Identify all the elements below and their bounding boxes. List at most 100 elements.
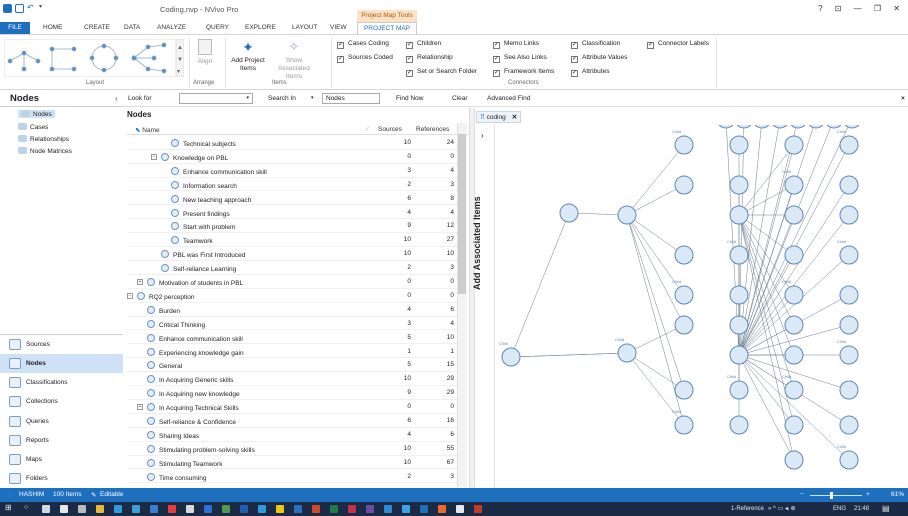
table-row[interactable]: Critical Thinking 3 4 <box>127 318 458 331</box>
tab-project-map[interactable]: PROJECT MAP <box>357 22 417 34</box>
look-for-input[interactable]: ▾ <box>179 93 253 104</box>
advanced-find-button[interactable]: Advanced Find <box>487 95 530 102</box>
close-find-icon[interactable]: × <box>901 95 905 102</box>
align-button[interactable]: Align <box>194 39 216 65</box>
table-row[interactable]: Self-reliance Learning 2 3 <box>127 262 458 275</box>
app-icon[interactable] <box>438 505 446 513</box>
table-row[interactable]: Technical subjects 10 24 <box>127 137 458 150</box>
table-row[interactable]: Present findings 4 4 <box>127 207 458 220</box>
app-icon[interactable] <box>258 505 266 513</box>
table-row[interactable]: Enhance communication skill 3 4 <box>127 165 458 178</box>
app-icon[interactable] <box>348 505 356 513</box>
expand-icon[interactable]: + <box>137 404 143 411</box>
window-controls[interactable]: ? ⊡ — ❐ ✕ <box>818 4 900 13</box>
explorer-icon[interactable] <box>96 505 104 513</box>
app-icon[interactable] <box>474 505 482 513</box>
check-relationship[interactable]: ✓ Relationship <box>406 54 453 63</box>
table-row[interactable]: + Motivation of students in PBL 0 0 <box>127 276 458 289</box>
word-icon[interactable] <box>294 505 302 513</box>
check-attribute-values[interactable]: ✓ Attribute Values <box>571 54 627 63</box>
quick-access-menu-icon[interactable]: ▾ <box>39 3 42 10</box>
table-row[interactable]: Burden 4 6 <box>127 304 458 317</box>
expand-icon[interactable]: + <box>137 279 143 285</box>
app-icon[interactable] <box>204 505 212 513</box>
tree-item-relationships[interactable]: Relationships <box>18 135 69 143</box>
add-project-items-button[interactable]: ✦ Add Project Items <box>228 39 268 73</box>
table-row[interactable]: In Acquiring new knowledge 9 29 <box>127 387 458 400</box>
clear-button[interactable]: Clear <box>452 95 468 102</box>
tab-create[interactable]: CREATE <box>84 22 110 34</box>
nvivo-icon[interactable] <box>384 505 392 513</box>
tab-layout[interactable]: LAYOUT <box>292 22 318 34</box>
table-row[interactable]: Self-reliance & Confidence 6 16 <box>127 415 458 428</box>
check-children[interactable]: ✓ Children <box>406 40 441 49</box>
store-icon[interactable] <box>60 505 68 513</box>
table-row[interactable]: − Knowledge on PBL 0 0 <box>127 151 458 164</box>
nav-maps[interactable]: Maps <box>0 450 123 469</box>
tab-analyze[interactable]: ANALYZE <box>157 22 186 34</box>
zoom-out-icon[interactable]: − <box>800 491 804 498</box>
tab-home[interactable]: HOME <box>43 22 63 34</box>
table-row[interactable]: Time consuming 2 3 <box>127 471 458 484</box>
check-connector-labels[interactable]: ✓ Connector Labels <box>647 40 709 49</box>
check-framework-items[interactable]: ✓ Framework Items <box>493 68 554 77</box>
table-row[interactable]: Stimulating problem-solving skills 10 55 <box>127 443 458 456</box>
check-sources-coded[interactable]: ✓ Sources Coded <box>337 54 393 63</box>
search-icon[interactable]: ○ <box>24 504 28 511</box>
app-icon[interactable] <box>456 505 464 513</box>
tree-item-nodes[interactable]: Nodes <box>18 110 55 118</box>
app-icon[interactable] <box>420 505 428 513</box>
check-cases-coding[interactable]: ✓ Cases Coding <box>337 40 389 49</box>
nav-reports[interactable]: Reports <box>0 431 123 450</box>
undo-icon[interactable]: ↶ <box>27 3 34 12</box>
app-icon[interactable] <box>168 505 176 513</box>
chrome-icon[interactable] <box>276 505 284 513</box>
table-row[interactable]: Stimulating Teamwork 10 67 <box>127 457 458 470</box>
tab-data[interactable]: DATA <box>124 22 140 34</box>
windows-start-icon[interactable]: ⊞ <box>5 503 12 512</box>
collapse-icon[interactable]: − <box>151 153 157 160</box>
nav-folders[interactable]: Folders <box>0 469 123 488</box>
layout-gallery[interactable]: ▲ ▼ ▾ <box>4 39 184 77</box>
table-row[interactable]: Teamwork 10 27 <box>127 234 458 248</box>
nav-queries[interactable]: Queries <box>0 412 123 431</box>
app-icon[interactable] <box>402 505 410 513</box>
notifications-icon[interactable]: ▤ <box>882 504 890 513</box>
table-row[interactable]: PBL was First Introduced 10 10 <box>127 248 458 261</box>
save-icon[interactable] <box>15 4 24 13</box>
table-row[interactable]: Information search 2 3 <box>127 179 458 192</box>
collapse-icon[interactable]: − <box>127 292 133 299</box>
check-set-or-search-folder[interactable]: ✓ Set or Search Folder <box>406 68 477 77</box>
app-icon[interactable] <box>222 505 230 513</box>
table-row[interactable]: Sharing Ideas 4 6 <box>127 429 458 442</box>
check-see-also-links[interactable]: ✓ See Also Links <box>493 54 547 63</box>
tree-item-node-matrices[interactable]: Node Matrices <box>18 147 72 155</box>
tab-query[interactable]: QUERY <box>206 22 229 34</box>
phone-icon[interactable] <box>78 505 86 513</box>
collapse-pane-icon[interactable]: ‹ <box>115 94 118 103</box>
zoom-slider[interactable] <box>810 495 862 496</box>
tab-file[interactable]: FILE <box>0 22 30 34</box>
table-row[interactable]: New teaching approach 6 8 <box>127 193 458 206</box>
app-icon[interactable] <box>186 505 194 513</box>
nav-classifications[interactable]: Classifications <box>0 373 123 392</box>
table-row[interactable]: Experiencing knowledge gain 1 1 <box>127 346 458 359</box>
task-view-icon[interactable] <box>42 505 50 513</box>
check-memo-links[interactable]: ✓ Memo Links <box>493 40 539 49</box>
app-icon[interactable] <box>366 505 374 513</box>
tree-item-cases[interactable]: Cases <box>18 123 48 131</box>
search-in-scope-field[interactable]: Nodes <box>322 93 380 104</box>
column-sources[interactable]: Sources <box>378 126 402 133</box>
tab-coding[interactable]: ⠿ coding ✕ <box>476 111 522 123</box>
powerpoint-icon[interactable] <box>312 505 320 513</box>
add-associated-items-label[interactable]: Add Associated Items <box>472 196 482 290</box>
expand-pane-icon[interactable]: › <box>481 131 484 140</box>
column-references[interactable]: References <box>416 126 449 133</box>
app-icon[interactable] <box>150 505 158 513</box>
nav-collections[interactable]: Collections <box>0 392 123 411</box>
table-row[interactable]: + In Acquiring Technical Skills 0 0 <box>127 401 458 414</box>
table-row[interactable]: − RQ2 perception 0 0 <box>127 290 458 303</box>
table-row[interactable]: General 5 15 <box>127 359 458 373</box>
app-icon[interactable] <box>240 505 248 513</box>
project-map-canvas[interactable]: Child Child Child Child Child Child Child Child… <box>496 125 908 488</box>
